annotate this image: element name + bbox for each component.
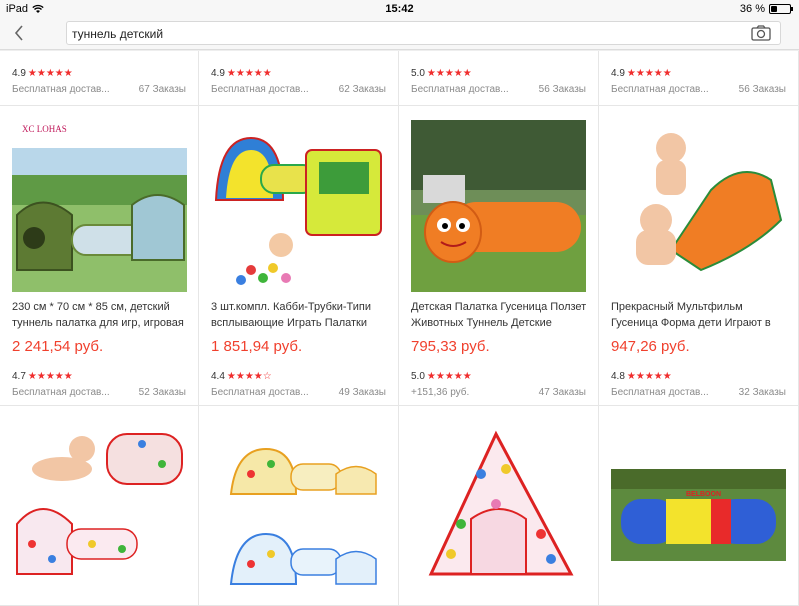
product-image[interactable]: XC LOHAS	[12, 120, 187, 292]
rating: 4.9 ★★★★★	[611, 68, 672, 79]
search-field[interactable]	[66, 21, 781, 45]
orders-count: 56 Заказы	[738, 84, 786, 95]
shipping-label: Бесплатная достав...	[611, 387, 709, 398]
product-card[interactable]: Прекрасный Мультфильм Гусеница Форма дет…	[599, 106, 799, 406]
star-rating-icon: ★★★★★	[626, 68, 672, 79]
rating: 4.7 ★★★★★	[12, 371, 73, 382]
camera-search-button[interactable]	[750, 24, 772, 42]
product-price: 2 241,54 руб.	[12, 338, 104, 355]
product-card-partial[interactable]: 5.0 ★★★★★ Бесплатная достав... 56 Заказы	[399, 51, 599, 106]
star-rating-icon: ★★★★★	[226, 68, 272, 79]
product-card[interactable]	[199, 406, 399, 606]
shipping-label: Бесплатная достав...	[211, 387, 309, 398]
battery-icon	[769, 4, 793, 14]
results-row-top: 4.9 ★★★★★ Бесплатная достав... 67 Заказы …	[0, 51, 799, 106]
product-image[interactable]	[411, 424, 586, 599]
shipping-cost: +151,36 руб.	[411, 387, 470, 398]
shipping-label: Бесплатная достав...	[211, 84, 309, 95]
search-header	[0, 18, 799, 50]
orders-count: 49 Заказы	[338, 387, 386, 398]
orders-count: 32 Заказы	[738, 387, 786, 398]
star-rating-icon: ★★★★★	[27, 68, 73, 79]
orders-count: 67 Заказы	[138, 84, 186, 95]
shipping-label: Бесплатная достав...	[12, 84, 110, 95]
product-price: 947,26 руб.	[611, 338, 690, 355]
product-card[interactable]	[0, 406, 199, 606]
product-image[interactable]: BELBOON	[611, 424, 786, 599]
product-card[interactable]: XC LOHAS 230 см * 70 см * 85 см, детский…	[0, 106, 199, 406]
product-card[interactable]: 3 шт.компл. Кабби-Трубки-Типи всплывающи…	[199, 106, 399, 406]
status-time: 15:42	[385, 3, 414, 15]
product-title[interactable]: 230 см * 70 см * 85 см, детский туннель …	[12, 299, 188, 331]
status-right: 36 %	[739, 3, 793, 15]
orders-count: 52 Заказы	[138, 387, 186, 398]
product-price: 1 851,94 руб.	[211, 338, 303, 355]
back-button[interactable]	[8, 21, 32, 45]
product-card[interactable]	[399, 406, 599, 606]
rating: 4.4 ★★★★☆	[211, 371, 272, 382]
results-row-bottom: BELBOON	[0, 406, 799, 606]
rating: 4.8 ★★★★★	[611, 371, 672, 382]
product-title[interactable]: 3 шт.компл. Кабби-Трубки-Типи всплывающи…	[211, 299, 388, 331]
search-input[interactable]	[72, 25, 732, 42]
results-row-main: XC LOHAS 230 см * 70 см * 85 см, детский…	[0, 106, 799, 406]
rating: 4.9 ★★★★★	[12, 68, 73, 79]
product-card[interactable]: BELBOON	[599, 406, 799, 606]
shipping-label: Бесплатная достав...	[12, 387, 110, 398]
rating: 4.9 ★★★★★	[211, 68, 272, 79]
rating: 5.0 ★★★★★	[411, 68, 472, 79]
rating: 5.0 ★★★★★	[411, 371, 472, 382]
product-image[interactable]	[211, 424, 386, 599]
star-rating-icon: ★★★★★	[426, 68, 472, 79]
shipping-label: Бесплатная достав...	[611, 84, 709, 95]
star-rating-icon: ★★★★★	[426, 371, 472, 382]
product-title[interactable]: Прекрасный Мультфильм Гусеница Форма дет…	[611, 299, 788, 331]
brand-logo: XC LOHAS	[22, 124, 67, 134]
orders-count: 47 Заказы	[538, 387, 586, 398]
orders-count: 62 Заказы	[338, 84, 386, 95]
battery-percent: 36 %	[739, 3, 765, 15]
product-card-partial[interactable]: 4.9 ★★★★★ Бесплатная достав... 56 Заказы	[599, 51, 799, 106]
star-rating-icon: ★★★★★	[27, 371, 73, 382]
camera-icon	[751, 25, 771, 41]
product-card-partial[interactable]: 4.9 ★★★★★ Бесплатная достав... 67 Заказы	[0, 51, 199, 106]
status-bar: iPad 15:42 36 %	[0, 0, 799, 18]
star-rating-icon: ★★★★☆	[226, 371, 272, 382]
product-price: 795,33 руб.	[411, 338, 490, 355]
product-image[interactable]	[12, 424, 187, 599]
product-image[interactable]	[211, 120, 386, 292]
product-card[interactable]: Детская Палатка Гусеница Ползет Животных…	[399, 106, 599, 406]
product-image[interactable]	[411, 120, 586, 292]
product-image[interactable]	[611, 120, 786, 292]
shipping-label: Бесплатная достав...	[411, 84, 509, 95]
brand-logo: BELBOON	[686, 491, 721, 498]
product-card-partial[interactable]: 4.9 ★★★★★ Бесплатная достав... 62 Заказы	[199, 51, 399, 106]
product-title[interactable]: Детская Палатка Гусеница Ползет Животных…	[411, 299, 588, 331]
orders-count: 56 Заказы	[538, 84, 586, 95]
chevron-left-icon	[14, 25, 23, 41]
star-rating-icon: ★★★★★	[626, 371, 672, 382]
